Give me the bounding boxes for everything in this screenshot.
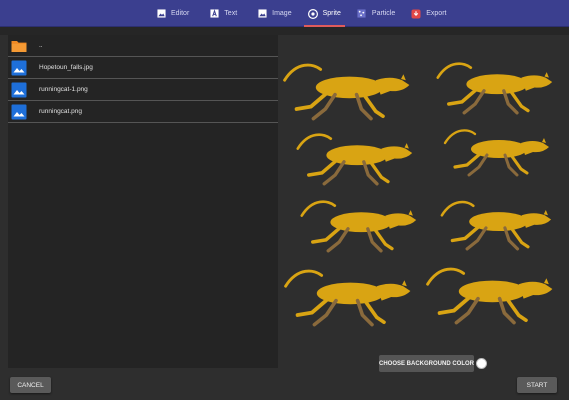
tab-text[interactable]: Text bbox=[203, 0, 243, 27]
top-navigation-bar: Editor Text Image Sprite Particle Export bbox=[0, 0, 569, 27]
folder-icon bbox=[11, 38, 27, 54]
tab-particle[interactable]: Particle bbox=[351, 0, 401, 27]
file-item-label: .. bbox=[39, 42, 43, 49]
sprite-frame-6 bbox=[440, 200, 553, 251]
choose-background-color-button[interactable]: CHOOSE BACKGROUND COLOR bbox=[379, 355, 474, 372]
tab-particle-label: Particle bbox=[371, 10, 396, 17]
tab-bar: Editor Text Image Sprite Particle Export bbox=[150, 0, 452, 27]
sprite-frame-5 bbox=[300, 199, 418, 253]
image-file-icon bbox=[11, 82, 27, 98]
sprite-frame-2 bbox=[436, 61, 554, 115]
file-item-label: runningcat-1.png bbox=[39, 86, 88, 93]
tab-sprite-label: Sprite bbox=[322, 10, 341, 17]
file-browser: .. Hopetoun_falls.jpg runningcat-1.png r… bbox=[8, 35, 278, 368]
file-item-runningcat-1[interactable]: runningcat-1.png bbox=[8, 79, 278, 101]
file-item-hopetoun-falls[interactable]: Hopetoun_falls.jpg bbox=[8, 57, 278, 79]
file-item-label: Hopetoun_falls.jpg bbox=[39, 64, 93, 71]
sprite-frame-3 bbox=[296, 132, 414, 186]
image-icon bbox=[156, 9, 166, 19]
tab-text-label: Text bbox=[224, 10, 238, 17]
sprite-frame-7 bbox=[283, 269, 413, 327]
tab-export-label: Export bbox=[426, 10, 447, 17]
file-item-label: runningcat.png bbox=[39, 108, 83, 115]
text-icon bbox=[209, 9, 219, 19]
sprite-frame-1 bbox=[282, 63, 412, 121]
sprite-frame-8 bbox=[425, 267, 555, 325]
tab-editor[interactable]: Editor bbox=[150, 0, 195, 27]
export-icon bbox=[411, 9, 421, 19]
tab-image[interactable]: Image bbox=[251, 0, 297, 27]
tab-export[interactable]: Export bbox=[405, 0, 452, 27]
file-item-runningcat[interactable]: runningcat.png bbox=[8, 101, 278, 123]
cancel-button[interactable]: CANCEL bbox=[10, 377, 51, 393]
background-color-swatch[interactable] bbox=[476, 358, 487, 369]
tab-editor-label: Editor bbox=[171, 10, 190, 17]
tab-image-label: Image bbox=[272, 10, 292, 17]
sprite-frame-4 bbox=[443, 128, 551, 177]
image-file-icon bbox=[11, 60, 27, 76]
particle-icon bbox=[357, 9, 367, 19]
image-file-icon bbox=[11, 104, 27, 120]
tab-sprite[interactable]: Sprite bbox=[302, 0, 347, 27]
toolbar-strip bbox=[0, 27, 569, 35]
start-button[interactable]: START bbox=[517, 377, 557, 393]
image-icon bbox=[257, 9, 267, 19]
sprite-icon bbox=[307, 8, 318, 19]
sprite-preview bbox=[282, 57, 567, 347]
file-item-parent-folder[interactable]: .. bbox=[8, 35, 278, 57]
